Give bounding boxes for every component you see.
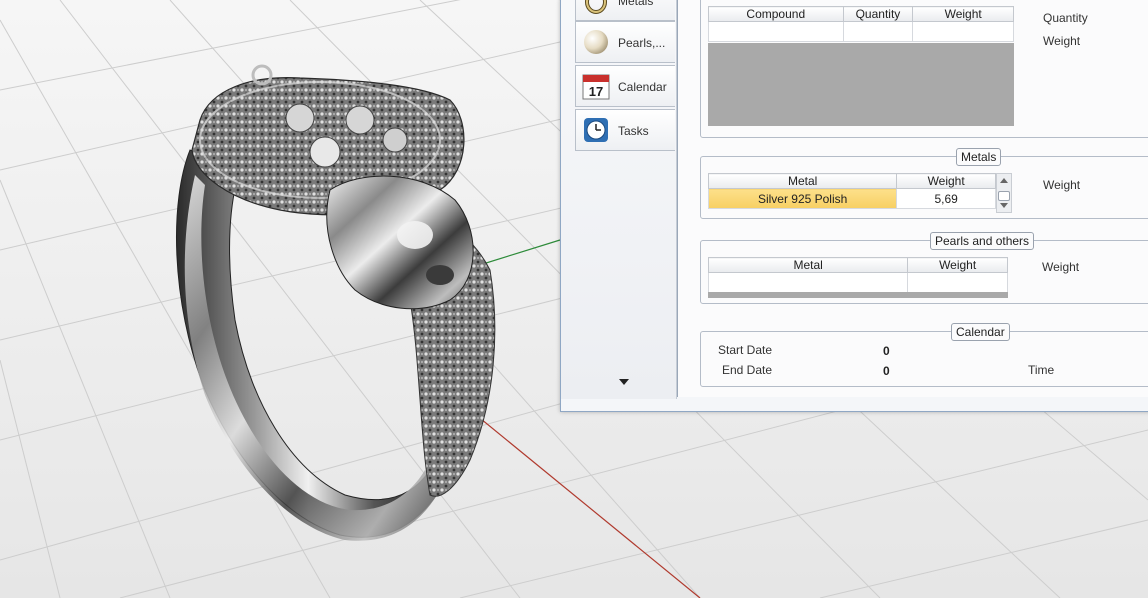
pearls-weight-label: Weight (1042, 260, 1080, 274)
metals-group-title: Metals (956, 148, 1002, 166)
properties-panel: Metals Pearls,... 17 Calendar Tasks Comp… (560, 0, 1148, 412)
tab-pearls-label: Pearls,... (618, 36, 666, 50)
table-row[interactable]: Silver 925 Polish 5,69 (707, 188, 996, 209)
weight-cell[interactable]: 5,69 (896, 188, 996, 209)
table-row[interactable] (708, 21, 1014, 42)
weight-column-header[interactable]: Weight (907, 257, 1008, 273)
start-date-value[interactable]: 0 (883, 344, 890, 358)
table-row[interactable] (707, 272, 1008, 293)
tab-metals-label: Metals (618, 0, 654, 8)
metals-table[interactable]: Metal Weight Silver 925 Polish 5,69 (707, 173, 996, 209)
table-cell[interactable] (912, 21, 1014, 42)
weight-label: Weight (1043, 34, 1081, 48)
scroll-thumb[interactable] (998, 191, 1010, 201)
weight-column-header[interactable]: Weight (896, 173, 996, 189)
compound-column-header[interactable]: Compound (708, 6, 844, 22)
metals-group: Metals Metal Weight Silver 925 Polish 5,… (700, 148, 1148, 219)
scroll-up-icon[interactable] (1000, 178, 1008, 183)
table-cell[interactable] (707, 272, 909, 293)
calendar-icon-day: 17 (589, 84, 603, 99)
end-date-label: End Date (722, 363, 773, 377)
start-date-label: Start Date (718, 343, 773, 357)
calendar-icon: 17 (581, 71, 611, 101)
scroll-down-icon[interactable] (1000, 203, 1008, 208)
weight-column-header[interactable]: Weight (912, 6, 1014, 22)
tab-pearls[interactable]: Pearls,... (575, 21, 675, 63)
pearls-group-title: Pearls and others (930, 232, 1035, 250)
metal-cell[interactable]: Silver 925 Polish (707, 188, 898, 209)
metal-column-header[interactable]: Metal (707, 257, 909, 273)
calendar-group-title: Calendar (951, 323, 1010, 341)
tab-tasks-label: Tasks (618, 124, 649, 138)
tab-metals[interactable]: Metals (575, 0, 675, 21)
time-label: Time (1028, 363, 1055, 377)
quantity-column-header[interactable]: Quantity (842, 6, 914, 22)
metals-weight-label: Weight (1043, 178, 1081, 192)
pearls-table[interactable]: Metal Weight (707, 257, 1008, 293)
metals-scrollbar[interactable] (996, 173, 1012, 213)
table-cell[interactable] (842, 21, 914, 42)
compound-group: Compound Quantity Weight Quantity Weight (700, 0, 1148, 138)
tab-calendar[interactable]: 17 Calendar (575, 65, 675, 107)
end-date-value[interactable]: 0 (883, 364, 890, 378)
table-cell[interactable] (907, 272, 1008, 293)
tab-strip: Metals Pearls,... 17 Calendar Tasks (561, 0, 677, 399)
pearl-icon (581, 27, 611, 57)
tab-scroll-down-icon[interactable] (619, 379, 629, 385)
compound-table[interactable]: Compound Quantity Weight (708, 6, 1014, 42)
pearls-group: Pearls and others Metal Weight Weight (700, 232, 1148, 304)
table-cell[interactable] (708, 21, 844, 42)
compound-empty-area (708, 43, 1014, 126)
calendar-group: Calendar Start Date 0 End Date 0 Time (700, 323, 1148, 387)
clock-icon (581, 115, 611, 145)
ring-icon (581, 0, 611, 15)
quantity-label: Quantity (1043, 11, 1088, 25)
tab-calendar-label: Calendar (618, 80, 667, 94)
metal-column-header[interactable]: Metal (707, 173, 898, 189)
properties-content: Compound Quantity Weight Quantity Weight… (677, 0, 1148, 397)
pearls-empty-area (708, 292, 1008, 298)
tab-tasks[interactable]: Tasks (575, 109, 675, 151)
